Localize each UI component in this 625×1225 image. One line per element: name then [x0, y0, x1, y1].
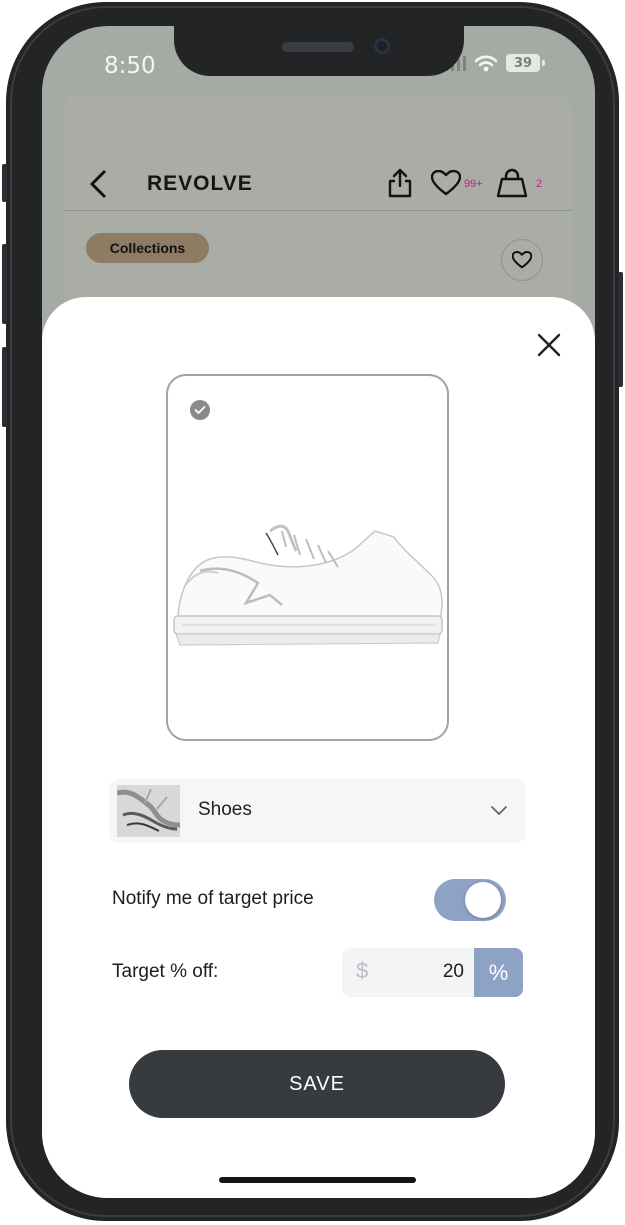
front-camera	[374, 38, 390, 54]
add-to-wishlist-button[interactable]	[501, 239, 543, 281]
phone-frame: 8:50 39 REVOLVE 99+ 2 Collections Shoes …	[2, 2, 623, 1221]
target-off-label: Target % off:	[112, 961, 219, 982]
save-button[interactable]: SAVE	[129, 1050, 505, 1118]
side-button	[2, 164, 7, 202]
notify-label: Notify me of target price	[112, 888, 314, 909]
brand-logo: REVOLVE	[147, 172, 253, 195]
product-image-card[interactable]	[166, 374, 449, 741]
heart-icon	[512, 251, 532, 269]
battery-icon: 39	[506, 54, 545, 72]
toggle-knob	[465, 882, 501, 918]
share-icon[interactable]	[387, 168, 413, 198]
back-icon[interactable]	[86, 169, 112, 199]
category-thumbnail	[117, 785, 180, 837]
category-select[interactable]: Shoes	[109, 779, 526, 843]
speaker	[282, 42, 354, 52]
notch	[174, 26, 464, 76]
volume-up-button	[2, 244, 7, 324]
wishlist-heart-icon[interactable]	[431, 170, 461, 196]
bag-count-badge: 2	[536, 178, 543, 190]
wishlist-count-badge: 99+	[464, 178, 483, 190]
volume-down-button	[2, 347, 7, 427]
target-value-input[interactable]: $ 20	[342, 948, 474, 997]
wifi-icon	[474, 55, 498, 72]
status-time: 8:50	[104, 53, 156, 79]
shopping-bag-icon[interactable]	[496, 168, 528, 198]
power-button	[618, 272, 623, 387]
sneaker-image	[173, 524, 443, 646]
percent-toggle-button[interactable]: %	[474, 948, 523, 997]
close-icon[interactable]	[536, 332, 562, 358]
notify-toggle[interactable]	[434, 879, 506, 921]
chevron-down-icon	[491, 806, 507, 815]
home-indicator	[219, 1177, 416, 1183]
category-label: Shoes	[198, 799, 252, 820]
selected-check-icon	[190, 400, 210, 420]
target-value: 20	[442, 961, 464, 982]
app-header: REVOLVE 99+ 2	[64, 96, 572, 211]
currency-symbol[interactable]: $	[356, 958, 368, 984]
screen: 8:50 39 REVOLVE 99+ 2 Collections Shoes …	[42, 26, 595, 1198]
collections-chip[interactable]: Collections	[86, 233, 209, 263]
